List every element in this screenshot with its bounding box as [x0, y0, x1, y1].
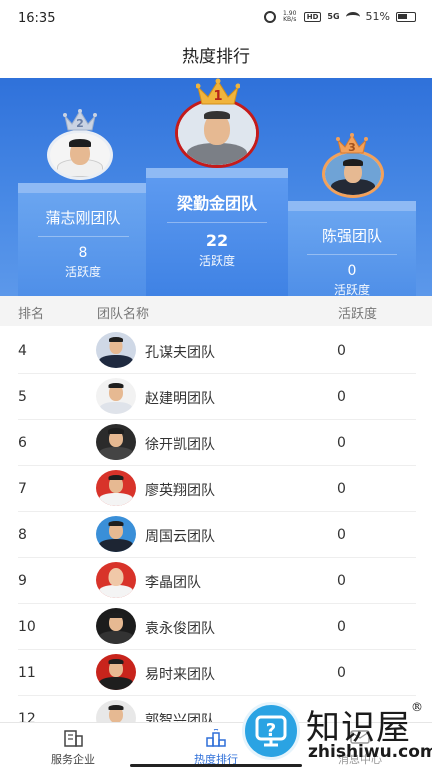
table-row[interactable]: 10 袁永俊团队 0 [0, 604, 432, 650]
network-icon: 5G [327, 12, 340, 21]
header-rank: 排名 [18, 307, 45, 322]
row-rank: 5 [18, 389, 27, 405]
crown-silver-icon: 2 [63, 108, 97, 132]
crown-rank-number: 3 [348, 141, 356, 154]
watermark-url: zhishiwu.com [308, 742, 432, 762]
row-team-name: 易时来团队 [145, 667, 215, 683]
row-activity: 0 [337, 343, 346, 359]
podium-block-rank-2[interactable]: 蒲志刚团队 8 活跃度 [18, 183, 148, 296]
avatar [96, 378, 136, 414]
header-team-name: 团队名称 [97, 307, 150, 322]
crown-bronze-icon: 3 [336, 133, 368, 155]
podium-team-name: 陈强团队 [321, 227, 382, 245]
ranking-icon [206, 729, 226, 747]
row-team-name: 廖英翔团队 [145, 483, 215, 499]
avatar-rank-2 [47, 130, 113, 180]
podium-score-label: 活跃度 [64, 265, 101, 279]
row-rank: 6 [18, 435, 27, 451]
header-activity: 活跃度 [338, 307, 378, 322]
podium-score: 8 [78, 245, 88, 261]
wifi-icon [345, 11, 360, 22]
table-row[interactable]: 6 徐开凯团队 0 [0, 420, 432, 466]
row-activity: 0 [337, 573, 346, 589]
row-rank: 10 [18, 619, 36, 635]
avatar [96, 516, 136, 552]
ranking-list: 4 孔谋夫团队 0 5 赵建明团队 0 6 徐开凯团队 0 7 廖英翔团队 0 … [0, 328, 432, 742]
nav-label: 服务企业 [51, 753, 95, 766]
crown-rank-number: 2 [76, 117, 84, 130]
table-row[interactable]: 4 孔谋夫团队 0 [0, 328, 432, 374]
podium-team-name: 蒲志刚团队 [45, 209, 121, 227]
svg-text:?: ? [266, 720, 276, 741]
podium-block-rank-1[interactable]: 梁勤金团队 22 活跃度 [146, 168, 288, 296]
row-rank: 4 [18, 343, 27, 359]
page-title: 热度排行 [182, 47, 250, 67]
table-header: 排名 团队名称 活跃度 [0, 296, 432, 326]
divider [167, 222, 267, 223]
building-icon [64, 730, 83, 747]
crown-rank-number: 1 [213, 89, 223, 104]
avatar [96, 332, 136, 368]
podium-score: 22 [205, 231, 229, 250]
row-team-name: 赵建明团队 [145, 391, 215, 407]
table-row[interactable]: 8 周国云团队 0 [0, 512, 432, 558]
row-team-name: 周国云团队 [145, 529, 215, 545]
avatar [96, 470, 136, 506]
avatar [96, 424, 136, 460]
row-activity: 0 [337, 389, 346, 405]
table-row[interactable]: 5 赵建明团队 0 [0, 374, 432, 420]
watermark: ? 知识屋® zhishiwu.com [238, 694, 432, 768]
watermark-logo-icon: ? [242, 702, 300, 760]
battery-percent: 51% [365, 10, 390, 23]
status-bar: 16:35 1.90 KB/s HD 5G 51% [0, 0, 432, 38]
podium-score-label: 活跃度 [198, 254, 235, 268]
podium-block-rank-3[interactable]: 陈强团队 0 活跃度 [288, 201, 416, 297]
row-activity: 0 [337, 527, 346, 543]
avatar-rank-1 [175, 98, 259, 168]
row-rank: 8 [18, 527, 27, 543]
table-row[interactable]: 11 易时来团队 0 [0, 650, 432, 696]
row-activity: 0 [337, 665, 346, 681]
status-icons: 1.90 KB/s HD 5G 51% [263, 9, 416, 23]
divider [37, 236, 129, 237]
avatar-rank-3 [322, 150, 384, 198]
hd-icon: HD [303, 11, 322, 22]
row-activity: 0 [337, 619, 346, 635]
row-activity: 0 [337, 481, 346, 497]
divider [307, 254, 397, 255]
row-team-name: 李晶团队 [145, 575, 201, 591]
row-team-name: 孔谋夫团队 [145, 345, 215, 361]
row-team-name: 袁永俊团队 [145, 621, 215, 637]
podium-score: 0 [347, 263, 357, 279]
row-rank: 11 [18, 665, 36, 681]
table-row[interactable]: 7 廖英翔团队 0 [0, 466, 432, 512]
alarm-icon [263, 10, 276, 23]
home-indicator [130, 764, 302, 767]
row-activity: 0 [337, 435, 346, 451]
podium-team-name: 梁勤金团队 [176, 194, 257, 213]
crown-gold-icon: 1 [196, 78, 240, 106]
battery-icon [396, 11, 416, 22]
table-row[interactable]: 9 李晶团队 0 [0, 558, 432, 604]
avatar [96, 608, 136, 644]
avatar [96, 654, 136, 690]
net-speed: 1.90 KB/s [283, 9, 297, 23]
avatar [96, 562, 136, 598]
status-time: 16:35 [18, 11, 56, 26]
row-team-name: 徐开凯团队 [145, 437, 215, 453]
nav-service-enterprise[interactable]: 服务企业 [33, 729, 113, 767]
row-rank: 9 [18, 573, 27, 589]
row-rank: 7 [18, 481, 27, 497]
